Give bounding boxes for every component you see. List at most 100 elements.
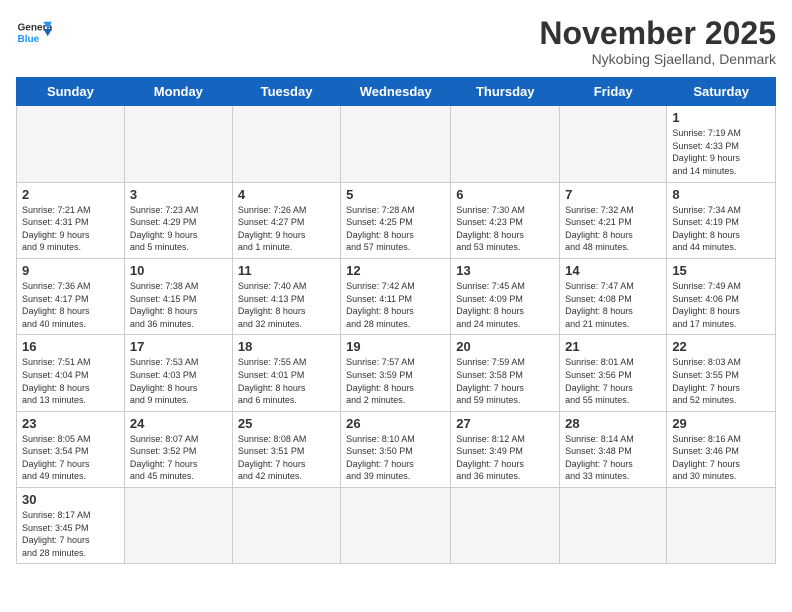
day-info: Sunrise: 8:16 AM Sunset: 3:46 PM Dayligh… <box>672 433 770 483</box>
day-number: 13 <box>456 263 554 278</box>
svg-text:Blue: Blue <box>17 34 39 45</box>
day-info: Sunrise: 7:49 AM Sunset: 4:06 PM Dayligh… <box>672 280 770 330</box>
calendar-cell: 13Sunrise: 7:45 AM Sunset: 4:09 PM Dayli… <box>451 258 560 334</box>
calendar-cell <box>341 106 451 182</box>
location-subtitle: Nykobing Sjaelland, Denmark <box>539 51 776 67</box>
calendar-cell: 6Sunrise: 7:30 AM Sunset: 4:23 PM Daylig… <box>451 182 560 258</box>
day-info: Sunrise: 7:26 AM Sunset: 4:27 PM Dayligh… <box>238 204 335 254</box>
month-title: November 2025 <box>539 16 776 51</box>
day-header-wednesday: Wednesday <box>341 78 451 106</box>
calendar-cell: 5 Sunrise: 7:28 AM Sunset: 4:25 PM Daylig… <box>341 182 451 258</box>
day-info: Sunrise: 7:40 AM Sunset: 4:13 PM Dayligh… <box>238 280 335 330</box>
day-number: 4 <box>238 187 335 202</box>
day-header-tuesday: Tuesday <box>232 78 340 106</box>
day-number: 9 <box>22 263 119 278</box>
logo-icon: General Blue <box>16 16 52 52</box>
day-info: Sunrise: 7:55 AM Sunset: 4:01 PM Dayligh… <box>238 356 335 406</box>
day-number: 29 <box>672 416 770 431</box>
calendar-week-3: 16 Sunrise: 7:51 AM Sunset: 4:04 PM Dayli… <box>17 335 776 411</box>
calendar-cell <box>560 488 667 564</box>
calendar-cell: 4 Sunrise: 7:26 AM Sunset: 4:27 PM Daylig… <box>232 182 340 258</box>
calendar-cell: 20Sunrise: 7:59 AM Sunset: 3:58 PM Dayli… <box>451 335 560 411</box>
day-number: 2 <box>22 187 119 202</box>
day-info: Sunrise: 8:01 AM Sunset: 3:56 PM Dayligh… <box>565 356 661 406</box>
calendar-cell: 25 Sunrise: 8:08 AM Sunset: 3:51 PM Dayli… <box>232 411 340 487</box>
calendar-week-0: 1 Sunrise: 7:19 AM Sunset: 4:33 PM Daylig… <box>17 106 776 182</box>
calendar-cell <box>667 488 776 564</box>
day-number: 12 <box>346 263 445 278</box>
day-info: Sunrise: 7:47 AM Sunset: 4:08 PM Dayligh… <box>565 280 661 330</box>
calendar-cell: 12 Sunrise: 7:42 AM Sunset: 4:11 PM Dayli… <box>341 258 451 334</box>
calendar-cell: 7 Sunrise: 7:32 AM Sunset: 4:21 PM Daylig… <box>560 182 667 258</box>
day-header-thursday: Thursday <box>451 78 560 106</box>
day-info: Sunrise: 7:19 AM Sunset: 4:33 PM Dayligh… <box>672 127 770 177</box>
day-number: 7 <box>565 187 661 202</box>
day-info: Sunrise: 7:51 AM Sunset: 4:04 PM Dayligh… <box>22 356 119 406</box>
calendar-cell: 3 Sunrise: 7:23 AM Sunset: 4:29 PM Daylig… <box>124 182 232 258</box>
calendar-cell: 22Sunrise: 8:03 AM Sunset: 3:55 PM Dayli… <box>667 335 776 411</box>
logo: General Blue <box>16 16 52 52</box>
day-number: 5 <box>346 187 445 202</box>
day-number: 1 <box>672 110 770 125</box>
day-header-saturday: Saturday <box>667 78 776 106</box>
day-number: 6 <box>456 187 554 202</box>
calendar-cell <box>232 488 340 564</box>
day-number: 24 <box>130 416 227 431</box>
day-info: Sunrise: 8:14 AM Sunset: 3:48 PM Dayligh… <box>565 433 661 483</box>
day-info: Sunrise: 8:10 AM Sunset: 3:50 PM Dayligh… <box>346 433 445 483</box>
day-info: Sunrise: 7:38 AM Sunset: 4:15 PM Dayligh… <box>130 280 227 330</box>
day-number: 14 <box>565 263 661 278</box>
day-info: Sunrise: 8:12 AM Sunset: 3:49 PM Dayligh… <box>456 433 554 483</box>
calendar-cell: 24Sunrise: 8:07 AM Sunset: 3:52 PM Dayli… <box>124 411 232 487</box>
day-header-monday: Monday <box>124 78 232 106</box>
day-number: 16 <box>22 339 119 354</box>
day-info: Sunrise: 8:08 AM Sunset: 3:51 PM Dayligh… <box>238 433 335 483</box>
day-info: Sunrise: 7:28 AM Sunset: 4:25 PM Dayligh… <box>346 204 445 254</box>
calendar-cell: 16 Sunrise: 7:51 AM Sunset: 4:04 PM Dayli… <box>17 335 125 411</box>
day-number: 23 <box>22 416 119 431</box>
calendar-cell: 28 Sunrise: 8:14 AM Sunset: 3:48 PM Dayli… <box>560 411 667 487</box>
calendar-cell: 9 Sunrise: 7:36 AM Sunset: 4:17 PM Daylig… <box>17 258 125 334</box>
calendar-week-2: 9 Sunrise: 7:36 AM Sunset: 4:17 PM Daylig… <box>17 258 776 334</box>
calendar-week-1: 2 Sunrise: 7:21 AM Sunset: 4:31 PM Daylig… <box>17 182 776 258</box>
calendar-cell: 29 Sunrise: 8:16 AM Sunset: 3:46 PM Dayli… <box>667 411 776 487</box>
calendar-cell: 2 Sunrise: 7:21 AM Sunset: 4:31 PM Daylig… <box>17 182 125 258</box>
calendar-week-4: 23 Sunrise: 8:05 AM Sunset: 3:54 PM Dayli… <box>17 411 776 487</box>
day-info: Sunrise: 7:42 AM Sunset: 4:11 PM Dayligh… <box>346 280 445 330</box>
calendar-cell <box>17 106 125 182</box>
day-info: Sunrise: 7:53 AM Sunset: 4:03 PM Dayligh… <box>130 356 227 406</box>
day-info: Sunrise: 7:34 AM Sunset: 4:19 PM Dayligh… <box>672 204 770 254</box>
day-info: Sunrise: 7:32 AM Sunset: 4:21 PM Dayligh… <box>565 204 661 254</box>
title-block: November 2025 Nykobing Sjaelland, Denmar… <box>539 16 776 67</box>
calendar-cell <box>124 488 232 564</box>
day-header-friday: Friday <box>560 78 667 106</box>
day-number: 28 <box>565 416 661 431</box>
calendar-cell: 30Sunrise: 8:17 AM Sunset: 3:45 PM Dayli… <box>17 488 125 564</box>
day-number: 11 <box>238 263 335 278</box>
calendar-cell <box>451 488 560 564</box>
day-number: 25 <box>238 416 335 431</box>
day-number: 27 <box>456 416 554 431</box>
day-info: Sunrise: 7:21 AM Sunset: 4:31 PM Dayligh… <box>22 204 119 254</box>
day-header-sunday: Sunday <box>17 78 125 106</box>
calendar-cell: 15 Sunrise: 7:49 AM Sunset: 4:06 PM Dayli… <box>667 258 776 334</box>
calendar-cell <box>124 106 232 182</box>
calendar-cell: 14 Sunrise: 7:47 AM Sunset: 4:08 PM Dayli… <box>560 258 667 334</box>
calendar-cell: 27 Sunrise: 8:12 AM Sunset: 3:49 PM Dayli… <box>451 411 560 487</box>
calendar-cell <box>232 106 340 182</box>
calendar-cell: 19Sunrise: 7:57 AM Sunset: 3:59 PM Dayli… <box>341 335 451 411</box>
day-number: 3 <box>130 187 227 202</box>
header: General Blue November 2025 Nykobing Sjae… <box>16 16 776 67</box>
day-number: 8 <box>672 187 770 202</box>
day-info: Sunrise: 7:36 AM Sunset: 4:17 PM Dayligh… <box>22 280 119 330</box>
day-number: 21 <box>565 339 661 354</box>
day-info: Sunrise: 8:05 AM Sunset: 3:54 PM Dayligh… <box>22 433 119 483</box>
day-number: 19 <box>346 339 445 354</box>
calendar-week-5: 30Sunrise: 8:17 AM Sunset: 3:45 PM Dayli… <box>17 488 776 564</box>
day-info: Sunrise: 8:17 AM Sunset: 3:45 PM Dayligh… <box>22 509 119 559</box>
day-number: 15 <box>672 263 770 278</box>
day-info: Sunrise: 7:23 AM Sunset: 4:29 PM Dayligh… <box>130 204 227 254</box>
day-number: 17 <box>130 339 227 354</box>
day-number: 20 <box>456 339 554 354</box>
calendar-cell <box>560 106 667 182</box>
